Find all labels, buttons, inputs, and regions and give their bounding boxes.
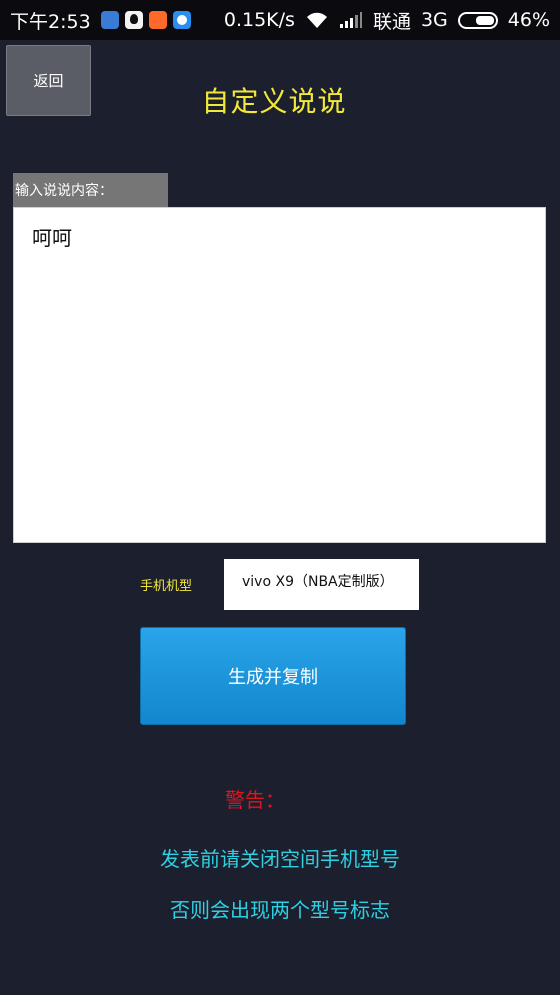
model-input[interactable]: vivo X9（NBA定制版）: [224, 559, 419, 610]
app-screen: 下午2:53 0.15K/s 联通 3G 46% 返回 自定义说说 输入说说内容…: [0, 0, 560, 995]
battery-level: 46%: [507, 9, 550, 31]
warning-line-2: 否则会出现两个型号标志: [170, 898, 390, 922]
status-bar: 下午2:53 0.15K/s 联通 3G 46%: [0, 0, 560, 40]
message-icon: [172, 11, 191, 29]
qq-icon: [124, 11, 143, 29]
battery-icon: [457, 11, 498, 29]
mi-icon: [148, 11, 167, 29]
net-speed: 0.15K/s: [223, 9, 295, 31]
generate-copy-button[interactable]: 生成并复制: [140, 627, 406, 725]
wifi-icon: [306, 12, 327, 28]
signal-icon: [339, 12, 362, 28]
content-label: 输入说说内容：: [13, 173, 168, 207]
warning-line-1: 发表前请关闭空间手机型号: [160, 847, 400, 871]
carrier-name: 联通: [372, 10, 411, 33]
network-type: 3G: [420, 9, 448, 31]
status-time: 下午2:53: [10, 10, 91, 33]
status-right: 0.15K/s 联通 3G 46%: [224, 7, 550, 34]
warning-title: 警告：: [225, 788, 285, 812]
content-input[interactable]: 呵呵: [13, 207, 546, 543]
page-title: 自定义说说: [201, 85, 347, 118]
app-icon: [100, 11, 119, 29]
model-label: 手机机型: [140, 579, 193, 594]
